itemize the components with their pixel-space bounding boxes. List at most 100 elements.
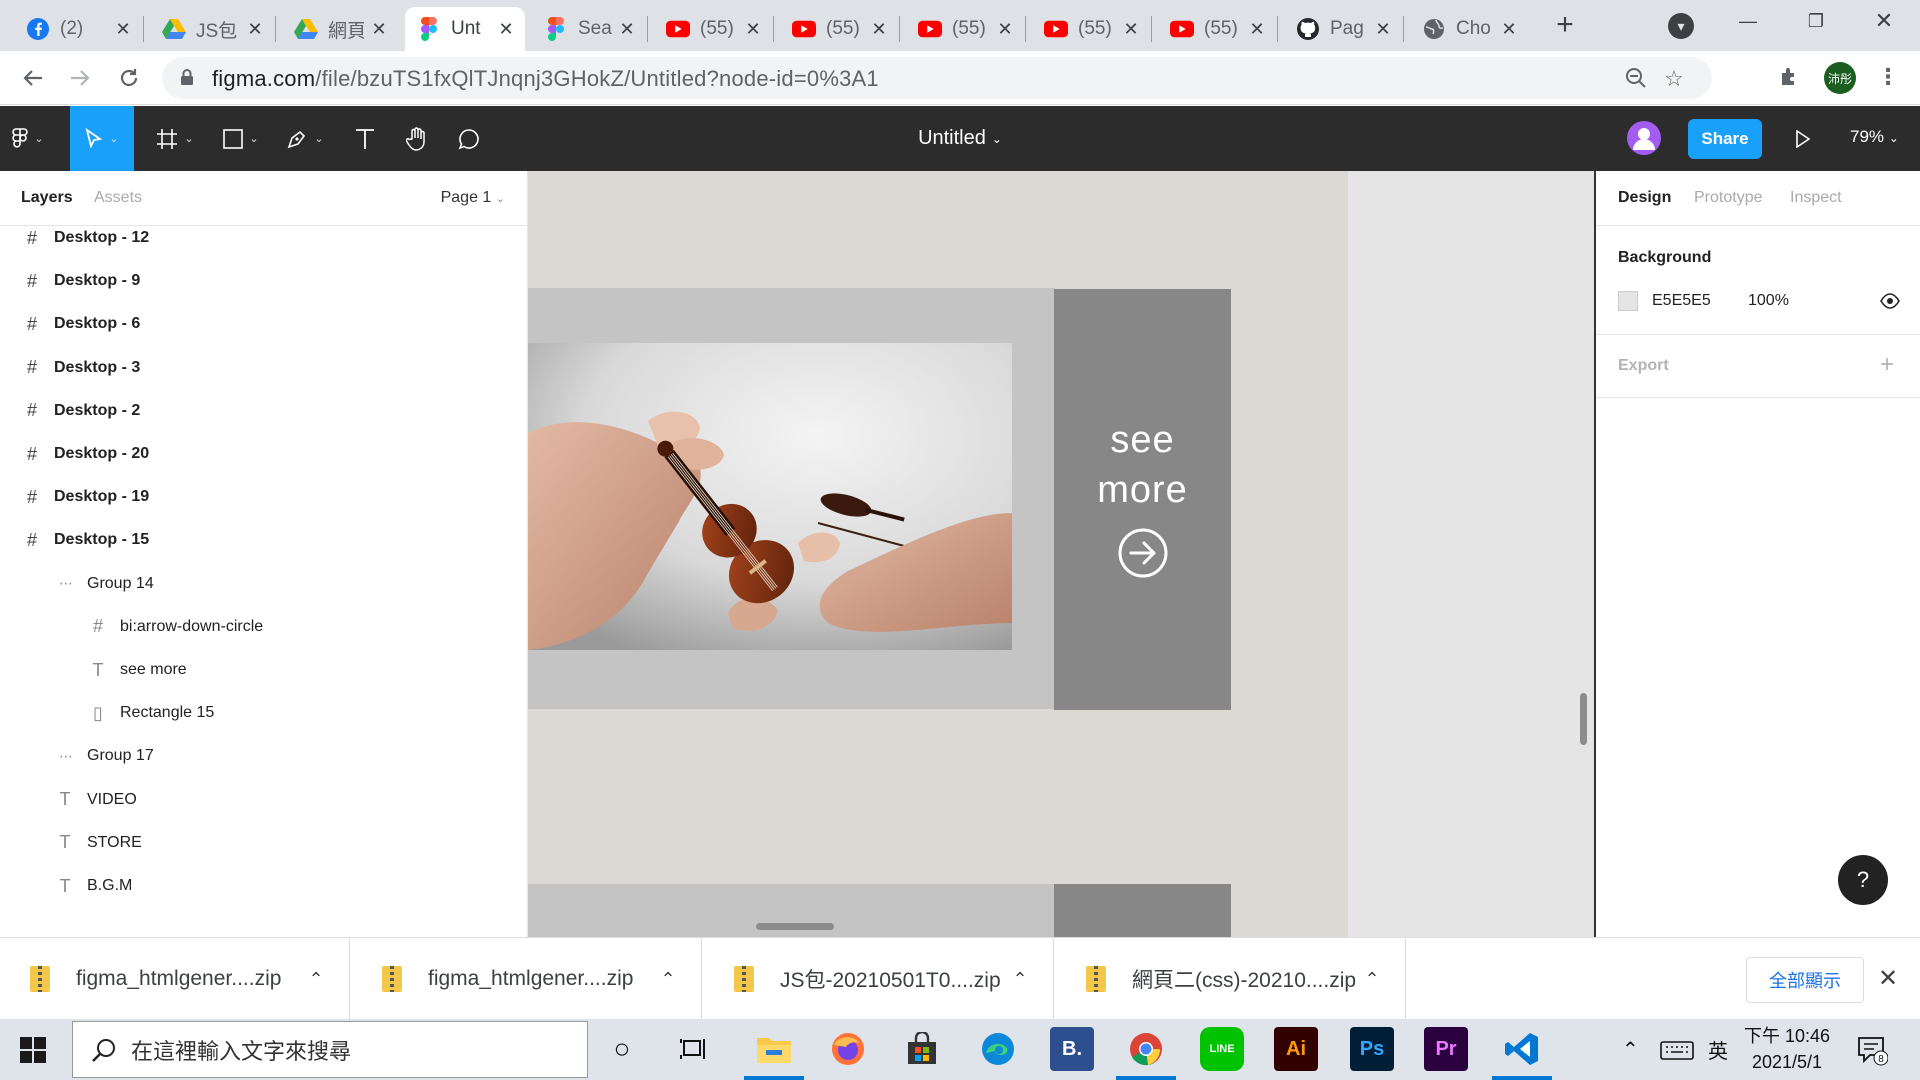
browser-tab[interactable]: (55) ✕ [906,7,1024,51]
zoom-icon[interactable] [1624,67,1648,91]
touch-keyboard-icon[interactable] [1660,1019,1694,1080]
close-downloads-bar-icon[interactable]: ✕ [1878,964,1898,993]
user-avatar[interactable] [1627,121,1661,155]
browser-tab[interactable]: Unt ✕ [405,7,525,51]
background-color-swatch[interactable] [1618,291,1638,311]
download-item[interactable]: figma_htmlgener....zip ⌃ [352,938,702,1020]
present-button[interactable] [1778,106,1828,171]
browser-tab[interactable]: Cho ✕ [1410,7,1528,51]
close-tab-icon[interactable]: ✕ [497,19,515,40]
close-tab-icon[interactable]: ✕ [1248,19,1266,40]
action-center-icon[interactable]: 8 [1856,1019,1888,1080]
tab-search-button[interactable]: ▾ [1668,13,1694,39]
tab-inspect[interactable]: Inspect [1790,189,1842,207]
close-tab-icon[interactable]: ✕ [618,19,636,40]
page-selector[interactable]: Page 1 ⌄ [441,189,505,207]
windows-start-icon[interactable] [20,1037,46,1063]
download-item[interactable]: JS包-20210501T0....zip ⌃ [704,938,1054,1020]
close-tab-icon[interactable]: ✕ [744,19,762,40]
browser-tab[interactable]: Pag ✕ [1284,7,1402,51]
see-more-panel-2[interactable] [1054,884,1231,937]
system-clock[interactable]: 下午 10:46 2021/5/1 [1744,1023,1830,1075]
bookmark-star-icon[interactable]: ☆ [1662,67,1686,91]
tab-assets[interactable]: Assets [94,189,142,207]
browser-tab[interactable]: (2) ✕ [14,7,142,51]
download-options-chevron-icon[interactable]: ⌃ [1005,969,1035,990]
layer-row[interactable]: T STORE [55,823,142,863]
file-explorer-icon[interactable] [752,1027,796,1071]
layer-row[interactable]: # Desktop - 19 [22,477,149,517]
reload-button[interactable] [112,61,146,95]
add-export-plus-icon[interactable]: + [1880,351,1894,379]
see-more-panel[interactable]: see more [1054,289,1231,710]
violin-photo[interactable] [528,343,1012,650]
layer-row[interactable]: # Desktop - 3 [22,348,140,388]
close-tab-icon[interactable]: ✕ [1374,19,1392,40]
firefox-icon[interactable] [826,1027,870,1071]
close-tab-icon[interactable]: ✕ [1122,19,1140,40]
close-tab-icon[interactable]: ✕ [996,19,1014,40]
chrome-icon[interactable] [1124,1027,1168,1071]
share-button[interactable]: Share [1688,119,1762,159]
new-tab-button[interactable]: + [1548,8,1582,42]
restore-button[interactable]: ❐ [1782,0,1850,42]
layer-row[interactable]: # Desktop - 20 [22,434,149,474]
frame-tool-button[interactable]: ⌄ [146,106,204,171]
browser-tab[interactable]: 網頁 ✕ [282,7,398,51]
download-item[interactable]: 網頁二(css)-20210....zip ⌃ [1056,938,1406,1020]
extensions-puzzle-icon[interactable] [1778,65,1802,89]
horizontal-scrollbar[interactable] [756,923,834,930]
close-tab-icon[interactable]: ✕ [370,19,388,40]
close-tab-icon[interactable]: ✕ [1500,19,1518,40]
text-tool-button[interactable] [340,106,390,171]
tab-layers[interactable]: Layers [21,189,73,207]
layer-row[interactable]: ⋯ Group 17 [55,736,154,776]
taskbar-search-box[interactable]: 在這裡輸入文字來搜尋 [72,1021,588,1078]
pen-tool-button[interactable]: ⌄ [276,106,334,171]
vertical-scrollbar[interactable] [1580,693,1587,745]
download-options-chevron-icon[interactable]: ⌃ [1357,969,1387,990]
illustrator-icon[interactable]: Ai [1274,1027,1318,1071]
layer-row[interactable]: T B.G.M [55,866,133,906]
browser-tab[interactable]: (55) ✕ [780,7,898,51]
ime-indicator[interactable]: 英 [1708,1019,1728,1080]
layer-row[interactable]: # bi:arrow-down-circle [88,607,263,647]
design-canvas[interactable]: see more [528,171,1594,937]
browser-tab[interactable]: JS包 ✕ [150,7,274,51]
close-tab-icon[interactable]: ✕ [246,19,264,40]
task-view-icon[interactable] [672,1027,716,1071]
layer-row[interactable]: # Desktop - 6 [22,304,140,344]
download-options-chevron-icon[interactable]: ⌃ [653,969,683,990]
omnibox[interactable]: figma.com/file/bzuTS1fxQlTJnqnj3GHokZ/Un… [162,57,1712,99]
tray-overflow-chevron-icon[interactable]: ⌃ [1622,1019,1639,1080]
profile-avatar[interactable]: 沛彤 [1824,62,1856,94]
close-tab-icon[interactable]: ✕ [870,19,888,40]
browser-tab[interactable]: (55) ✕ [1032,7,1150,51]
background-opacity-input[interactable]: 100% [1748,292,1789,310]
download-item[interactable]: figma_htmlgener....zip ⌃ [0,938,350,1020]
layer-row[interactable]: # Desktop - 15 [22,520,149,560]
browser-tab[interactable]: (55) ✕ [654,7,772,51]
zoom-dropdown[interactable]: 79% ⌄ [1850,127,1899,147]
layer-row[interactable]: # Desktop - 2 [22,391,140,431]
premiere-icon[interactable]: Pr [1424,1027,1468,1071]
forward-button[interactable] [63,61,97,95]
layer-row[interactable]: # Desktop - 9 [22,261,140,301]
eye-visibility-icon[interactable] [1880,292,1900,310]
bootstrap-studio-icon[interactable]: B. [1050,1027,1094,1071]
minimize-button[interactable]: — [1714,0,1782,42]
close-tab-icon[interactable]: ✕ [114,19,132,40]
background-hex-input[interactable]: E5E5E5 [1652,292,1711,310]
shape-tool-button[interactable]: ⌄ [212,106,270,171]
move-tool-button[interactable]: ⌄ [70,106,134,171]
layer-row[interactable]: T VIDEO [55,780,137,820]
browser-tab[interactable]: Sea ✕ [532,7,646,51]
comment-tool-button[interactable] [444,106,494,171]
tab-design[interactable]: Design [1618,189,1671,207]
line-icon[interactable]: LINE [1200,1027,1244,1071]
browser-tab[interactable]: (55) ✕ [1158,7,1276,51]
show-all-downloads-button[interactable]: 全部顯示 [1746,957,1864,1003]
hand-tool-button[interactable] [392,106,442,171]
vscode-icon[interactable] [1500,1027,1544,1071]
download-options-chevron-icon[interactable]: ⌃ [301,969,331,990]
